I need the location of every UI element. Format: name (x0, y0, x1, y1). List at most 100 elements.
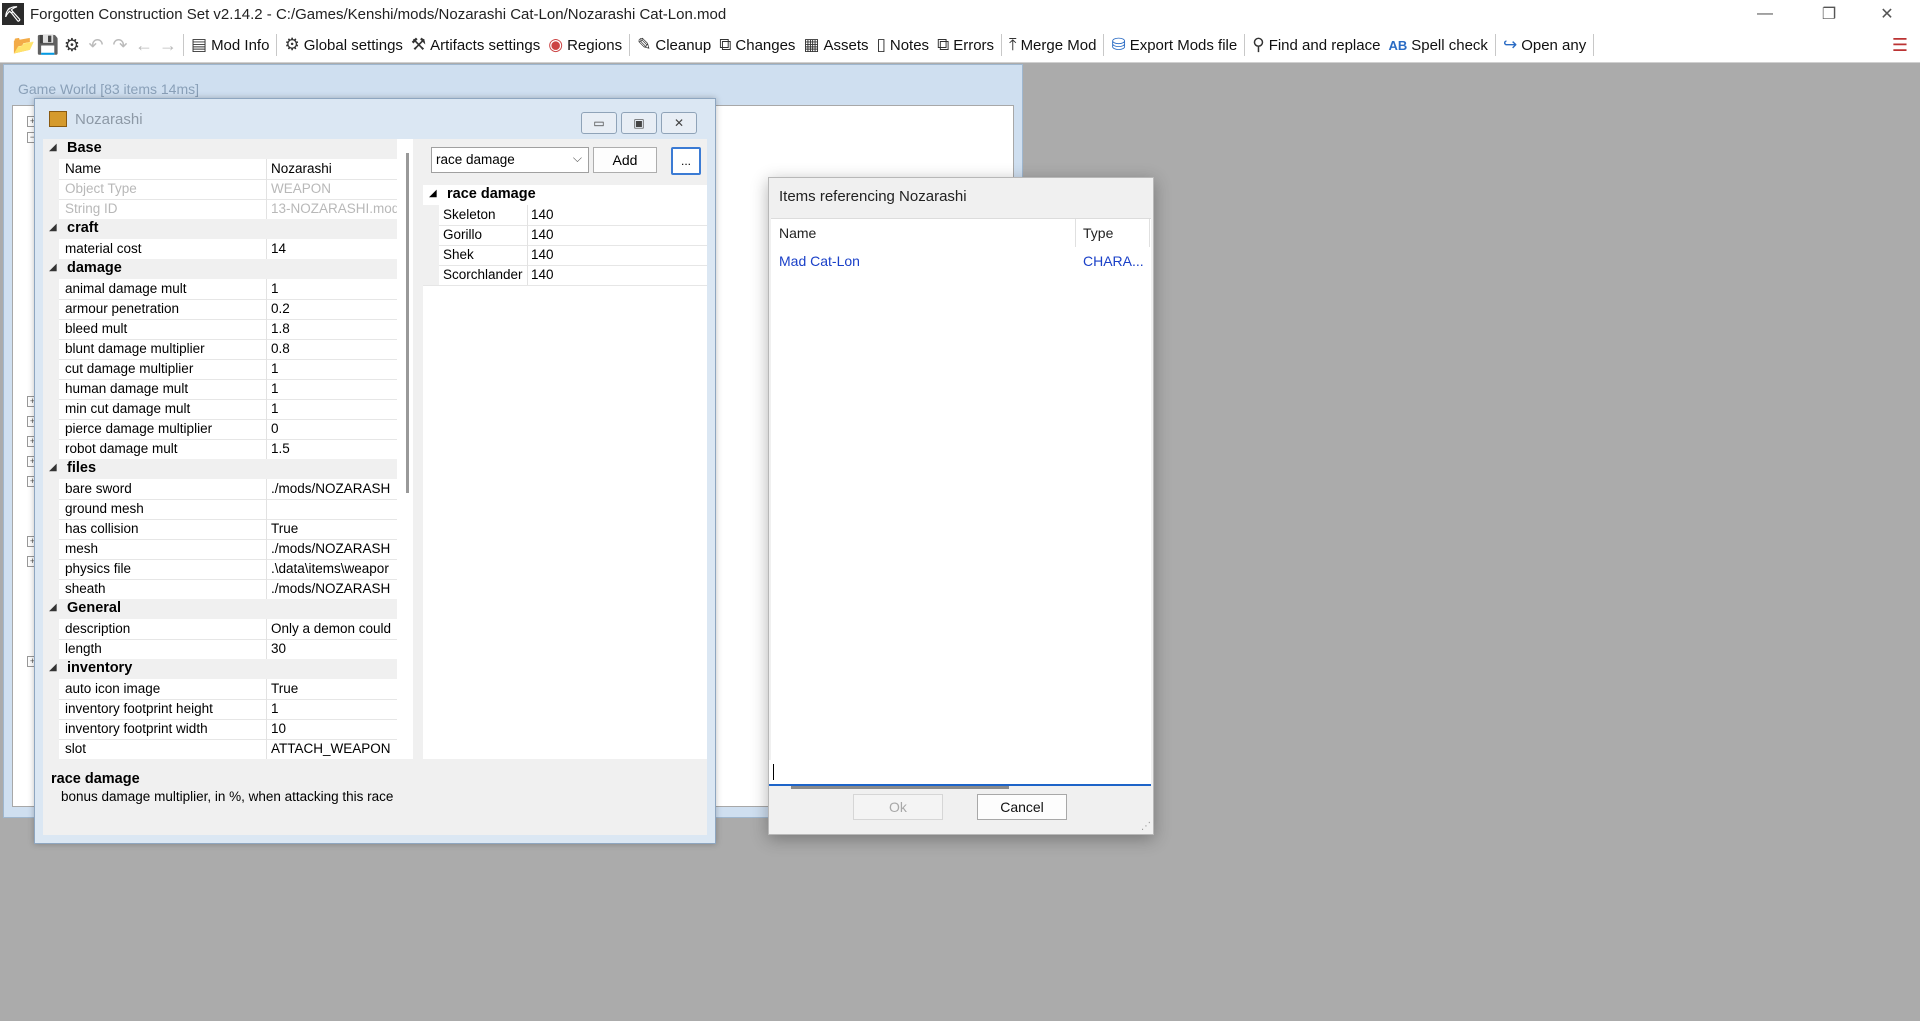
redo-icon[interactable]: ↷ (108, 32, 132, 58)
settings-gear-icon[interactable]: ⚙ (60, 32, 84, 58)
property-value[interactable]: 0.8 (271, 341, 397, 356)
property-row[interactable]: mesh ./mods/NOZARASH (43, 539, 397, 560)
property-row[interactable]: auto icon image True (43, 679, 397, 700)
close-button[interactable]: ✕ (1864, 0, 1910, 28)
property-value[interactable]: 1 (271, 701, 397, 716)
resize-grip-icon[interactable]: ⋰ (1141, 821, 1151, 832)
property-value[interactable]: 14 (271, 241, 397, 256)
race-damage-row[interactable]: Scorchlander 140 (423, 265, 707, 286)
item-close-button[interactable]: ✕ (661, 112, 697, 134)
restore-button[interactable]: ❐ (1806, 0, 1852, 28)
open-icon[interactable]: 📂 (12, 32, 36, 58)
property-row[interactable]: slot ATTACH_WEAPON (43, 739, 397, 759)
property-row[interactable]: bare sword ./mods/NOZARASH (43, 479, 397, 500)
column-divider[interactable] (1149, 219, 1150, 247)
item-minimize-button[interactable]: ▭ (581, 112, 617, 134)
property-value[interactable]: 13-NOZARASHI.mod (271, 201, 397, 216)
undo-icon[interactable]: ↶ (84, 32, 108, 58)
property-grid-scrollbar[interactable] (403, 139, 413, 759)
cleanup-button[interactable]: ✎ Cleanup (633, 32, 715, 58)
property-value[interactable]: 1 (271, 401, 397, 416)
forward-arrow-icon[interactable]: → (156, 32, 180, 58)
more-options-button[interactable]: ... (671, 147, 701, 175)
regions-button[interactable]: ◉ Regions (544, 32, 626, 58)
property-row[interactable]: pierce damage multiplier 0 (43, 419, 397, 440)
property-category[interactable]: ◢ inventory (43, 659, 397, 679)
property-value[interactable]: WEAPON (271, 181, 397, 196)
property-row[interactable]: has collision True (43, 519, 397, 540)
column-header-type[interactable]: Type (1083, 225, 1113, 253)
minimize-button[interactable]: — (1742, 0, 1788, 28)
property-category[interactable]: ◢ craft (43, 219, 397, 239)
property-category[interactable]: ◢ General (43, 599, 397, 619)
property-category[interactable]: ◢ files (43, 459, 397, 479)
property-row[interactable]: animal damage mult 1 (43, 279, 397, 300)
list-item-type[interactable]: CHARA... (1083, 253, 1144, 269)
race-damage-row[interactable]: Skeleton 140 (423, 205, 707, 226)
close-all-icon[interactable]: ☰ (1888, 32, 1912, 58)
scrollbar-thumb[interactable] (406, 153, 409, 493)
property-row[interactable]: String ID 13-NOZARASHI.mod (43, 199, 397, 220)
property-category[interactable]: ◢ damage (43, 259, 397, 279)
property-category[interactable]: ◢ Base (43, 139, 397, 159)
property-value[interactable]: Nozarashi (271, 161, 397, 176)
referencing-items-list[interactable]: Name Type Mad Cat-Lon CHARA... (771, 218, 1151, 789)
filter-input[interactable] (769, 760, 1151, 786)
property-value[interactable]: 0 (271, 421, 397, 436)
property-grid[interactable]: ◢ Base Name Nozarashi Object Type WEAPON Strin… (43, 139, 403, 759)
spell-check-button[interactable]: AB Spell check (1384, 32, 1492, 58)
save-icon[interactable]: 💾 (36, 32, 60, 58)
item-maximize-button[interactable]: ▣ (621, 112, 657, 134)
assets-button[interactable]: ▦ Assets (799, 32, 872, 58)
race-damage-value[interactable]: 140 (531, 247, 554, 262)
property-row[interactable]: physics file .\data\items\weapor (43, 559, 397, 580)
column-divider[interactable] (1075, 219, 1076, 247)
property-value[interactable]: 30 (271, 641, 397, 656)
race-damage-row[interactable]: Shek 140 (423, 245, 707, 266)
column-header-name[interactable]: Name (779, 225, 816, 253)
property-value[interactable]: True (271, 521, 397, 536)
artifacts-settings-button[interactable]: ⚒ Artifacts settings (407, 32, 544, 58)
errors-button[interactable]: ⧉ Errors (933, 32, 998, 58)
property-row[interactable]: material cost 14 (43, 239, 397, 260)
property-value[interactable]: 1 (271, 361, 397, 376)
property-value[interactable]: 1.8 (271, 321, 397, 336)
race-damage-value[interactable]: 140 (531, 207, 554, 222)
property-value[interactable]: ./mods/NOZARASH (271, 541, 397, 556)
notes-button[interactable]: ▯ Notes (873, 32, 934, 58)
property-row[interactable]: cut damage multiplier 1 (43, 359, 397, 380)
property-row[interactable]: Name Nozarashi (43, 159, 397, 180)
race-damage-row[interactable]: Gorillo 140 (423, 225, 707, 246)
property-row[interactable]: length 30 (43, 639, 397, 660)
property-value[interactable]: 1 (271, 281, 397, 296)
property-row[interactable]: sheath ./mods/NOZARASH (43, 579, 397, 600)
changes-button[interactable]: ⧉ Changes (715, 32, 799, 58)
property-row[interactable]: bleed mult 1.8 (43, 319, 397, 340)
property-value[interactable]: True (271, 681, 397, 696)
race-damage-value[interactable]: 140 (531, 227, 554, 242)
cancel-button[interactable]: Cancel (977, 794, 1067, 820)
property-row[interactable]: blunt damage multiplier 0.8 (43, 339, 397, 360)
mod-info-button[interactable]: ▤ Mod Info (187, 32, 273, 58)
property-row[interactable]: human damage mult 1 (43, 379, 397, 400)
property-value[interactable]: ATTACH_WEAPON (271, 741, 397, 756)
add-reference-button[interactable]: Add (593, 147, 657, 173)
property-value[interactable]: .\data\items\weapor (271, 561, 397, 576)
property-value[interactable]: 0.2 (271, 301, 397, 316)
find-and-replace-button[interactable]: ⚲ Find and replace (1248, 32, 1384, 58)
property-row[interactable]: description Only a demon could (43, 619, 397, 640)
back-arrow-icon[interactable]: ← (132, 32, 156, 58)
global-settings-button[interactable]: ⚙ Global settings (280, 32, 406, 58)
list-item-name[interactable]: Mad Cat-Lon (779, 253, 860, 269)
property-row[interactable]: Object Type WEAPON (43, 179, 397, 200)
property-row[interactable]: min cut damage mult 1 (43, 399, 397, 420)
property-row[interactable]: ground mesh (43, 499, 397, 520)
export-mods-file-button[interactable]: ⛁ Export Mods file (1107, 32, 1241, 58)
property-row[interactable]: robot damage mult 1.5 (43, 439, 397, 460)
reference-category-dropdown[interactable]: race damage ⌵ (431, 147, 589, 173)
race-damage-value[interactable]: 140 (531, 267, 554, 282)
property-value[interactable]: ./mods/NOZARASH (271, 481, 397, 496)
race-damage-section[interactable]: ◢ race damage (423, 185, 707, 205)
ok-button[interactable]: Ok (853, 794, 943, 820)
property-row[interactable]: inventory footprint width 10 (43, 719, 397, 740)
